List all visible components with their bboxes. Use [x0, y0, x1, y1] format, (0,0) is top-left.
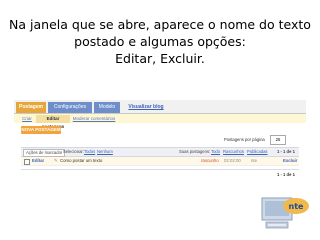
- main-tab-bar: Postagem Configurações Modelo Visualizar…: [14, 100, 306, 114]
- subtab-criar[interactable]: Criar: [20, 115, 34, 123]
- delete-link[interactable]: Excluir: [283, 157, 297, 165]
- divider: [21, 169, 299, 170]
- per-page-select[interactable]: 25: [270, 135, 286, 145]
- select-label: Selecionar:: [63, 149, 84, 154]
- table-row: Editar ✎ Como postar um texto rascunho 0…: [21, 157, 299, 166]
- sub-tab-bar: Criar Editar postagens Moderar comentári…: [14, 114, 306, 129]
- post-time: 02:02:00: [224, 158, 241, 163]
- post-status: rascunho: [201, 158, 219, 163]
- tab-configuracoes[interactable]: Configurações: [48, 102, 92, 113]
- logo-text: nte: [289, 202, 305, 211]
- caption-line-1: Na janela que se abre, aparece o nome do…: [9, 17, 311, 32]
- caption-line-2: postado e algumas opções:: [74, 34, 246, 49]
- posts-toolbar: Ações de marcador Selecionar: Todos Nenh…: [21, 147, 299, 157]
- edit-link[interactable]: Editar: [32, 157, 44, 165]
- subtab-moderar-comentarios[interactable]: Moderar comentários: [72, 115, 116, 123]
- tab-postagem[interactable]: Postagem: [16, 102, 46, 113]
- caption: Na janela que se abre, aparece o nome do…: [0, 16, 320, 67]
- post-checkbox[interactable]: [24, 159, 30, 165]
- subtab-editar-postagens[interactable]: Editar postagens: [36, 115, 70, 129]
- select-all-link[interactable]: Todos: [84, 148, 95, 156]
- caption-line-3: Editar, Excluir.: [115, 51, 205, 66]
- nte-logo: nte: [261, 197, 309, 229]
- tab-modelo[interactable]: Modelo: [94, 102, 120, 113]
- filter-published-link[interactable]: Publicadas: [247, 148, 268, 156]
- per-page-label: Postagens por página: [224, 137, 265, 142]
- select-none-link[interactable]: Nenhum: [97, 148, 113, 156]
- new-post-button[interactable]: NOVA POSTAGEM: [21, 126, 61, 134]
- label-actions-select[interactable]: Ações de marcador: [23, 149, 66, 157]
- filter-all-link[interactable]: Todo: [211, 148, 220, 156]
- show-label: Suas postagens:: [179, 149, 211, 154]
- tab-visualizar-blog[interactable]: Visualizar blog: [124, 102, 168, 113]
- filter-drafts-link[interactable]: Rascunhos: [223, 148, 244, 156]
- post-author: nte: [251, 158, 257, 163]
- post-title[interactable]: Como postar um texto: [60, 157, 102, 165]
- footer-pager: 1 - 1 de 1: [277, 172, 295, 177]
- edit-pencil-icon: ✎: [54, 158, 58, 163]
- blog-admin-screenshot: Postagem Configurações Modelo Visualizar…: [14, 100, 306, 188]
- toolbar-pager: 1 - 1 de 1: [277, 149, 295, 154]
